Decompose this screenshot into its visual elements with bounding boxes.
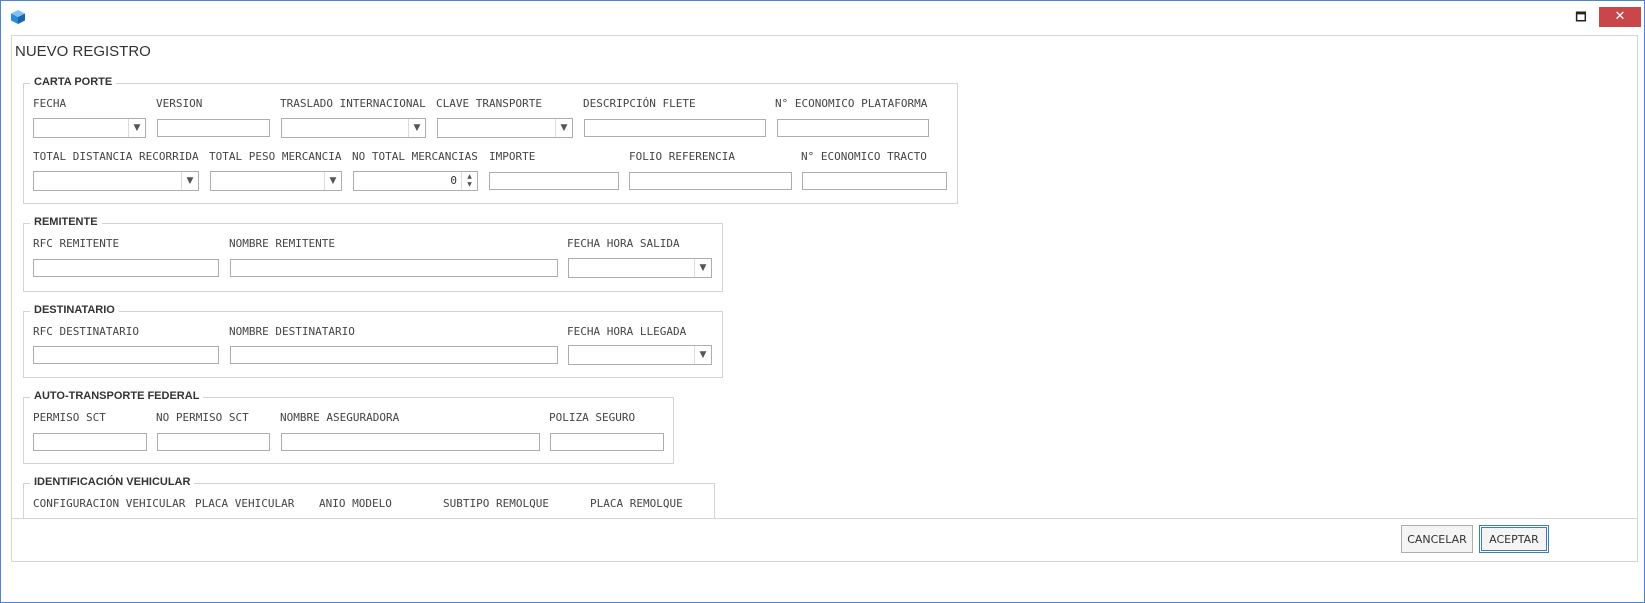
remitente-group: REMITENTE RFC REMITENTE NOMBRE REMITENTE…	[23, 216, 723, 292]
importe-input[interactable]	[489, 172, 619, 190]
stepper-down-icon[interactable]: ▼	[465, 181, 474, 189]
subtipo-remolque-label: SUBTIPO REMOLQUE	[443, 497, 549, 510]
no-eco-plataforma-label: N° ECONOMICO PLATAFORMA	[775, 97, 928, 110]
permiso-sct-input[interactable]	[33, 433, 147, 451]
fecha-hora-salida-combo[interactable]: ▼	[568, 258, 712, 278]
accept-button[interactable]: ACEPTAR	[1479, 525, 1549, 553]
chevron-down-icon: ▼	[128, 119, 145, 137]
anio-modelo-label: ANIO MODELO	[319, 497, 392, 510]
poliza-seguro-input[interactable]	[550, 433, 664, 451]
nombre-destinatario-input[interactable]	[230, 346, 558, 364]
close-button[interactable]: ✕	[1599, 7, 1641, 27]
clave-transporte-label: CLAVE TRANSPORTE	[436, 97, 542, 110]
nombre-remitente-label: NOMBRE REMITENTE	[229, 237, 335, 250]
no-eco-tracto-input[interactable]	[802, 172, 947, 190]
config-vehicular-label: CONFIGURACION VEHICULAR	[33, 497, 186, 510]
placa-vehicular-label: PLACA VEHICULAR	[195, 497, 295, 510]
chevron-down-icon: ▼	[694, 346, 711, 364]
no-eco-plataforma-input[interactable]	[777, 119, 929, 137]
rfc-destinatario-input[interactable]	[33, 346, 219, 364]
clave-transporte-combo[interactable]: ▼	[437, 118, 573, 138]
poliza-seguro-label: POLIZA SEGURO	[549, 411, 636, 424]
autotransporte-group: AUTO-TRANSPORTE FEDERAL PERMISO SCT NO P…	[23, 390, 674, 464]
form-title: NUEVO REGISTRO	[15, 43, 151, 60]
placa-remolque-label: PLACA REMOLQUE	[590, 497, 683, 510]
fecha-hora-llegada-label: FECHA HORA LLEGADA	[567, 325, 687, 338]
fecha-label: FECHA	[33, 97, 67, 110]
carta-porte-group: CARTA PORTE FECHA VERSION TRASLADO INTER…	[23, 76, 958, 204]
total-distancia-label: TOTAL DISTANCIA RECORRIDA	[33, 150, 199, 163]
carta-porte-legend: CARTA PORTE	[30, 76, 117, 88]
chevron-down-icon: ▼	[555, 119, 572, 137]
app-window: 🗖 ✕ NUEVO REGISTRO CARTA PORTE FECHA VER…	[0, 0, 1645, 603]
stepper-arrows: ▲ ▼	[461, 172, 477, 190]
version-input[interactable]	[157, 119, 270, 137]
destinatario-legend: DESTINATARIO	[30, 304, 119, 316]
no-permiso-sct-input[interactable]	[157, 433, 270, 451]
rfc-remitente-input[interactable]	[33, 259, 219, 277]
permiso-sct-label: PERMISO SCT	[33, 411, 106, 424]
nombre-destinatario-label: NOMBRE DESTINATARIO	[229, 325, 355, 338]
stepper-value: 0	[450, 174, 457, 187]
no-total-mercancias-stepper[interactable]: 0 ▲ ▼	[353, 171, 478, 191]
chevron-down-icon: ▼	[324, 172, 341, 190]
version-label: VERSION	[156, 97, 203, 110]
total-peso-label: TOTAL PESO MERCANCIA	[209, 150, 342, 163]
cancel-button[interactable]: CANCELAR	[1401, 525, 1473, 553]
cube-app-icon	[11, 10, 25, 24]
fecha-combo[interactable]: ▼	[33, 118, 146, 138]
chevron-down-icon: ▼	[181, 172, 198, 190]
folio-referencia-input[interactable]	[629, 172, 792, 190]
total-peso-combo[interactable]: ▼	[210, 171, 342, 191]
fecha-hora-salida-label: FECHA HORA SALIDA	[567, 237, 680, 250]
rfc-remitente-label: RFC REMITENTE	[33, 237, 120, 250]
rfc-destinatario-label: RFC DESTINATARIO	[33, 325, 139, 338]
nombre-remitente-input[interactable]	[230, 259, 558, 277]
no-total-mercancias-label: NO TOTAL MERCANCIAS	[352, 150, 478, 163]
nombre-aseguradora-label: NOMBRE ASEGURADORA	[280, 411, 400, 424]
importe-label: IMPORTE	[489, 150, 536, 163]
no-eco-tracto-label: N° ECONOMICO TRACTO	[801, 150, 927, 163]
form-panel: NUEVO REGISTRO CARTA PORTE FECHA VERSION…	[11, 35, 1638, 545]
folio-referencia-label: FOLIO REFERENCIA	[629, 150, 735, 163]
chevron-down-icon: ▼	[694, 259, 711, 277]
traslado-combo[interactable]: ▼	[281, 118, 426, 138]
traslado-label: TRASLADO INTERNACIONAL	[280, 97, 426, 110]
identificacion-legend: IDENTIFICACIÓN VEHICULAR	[30, 476, 195, 488]
chevron-down-icon: ▼	[408, 119, 425, 137]
stepper-up-icon[interactable]: ▲	[465, 173, 474, 181]
destinatario-group: DESTINATARIO RFC DESTINATARIO NOMBRE DES…	[23, 304, 723, 378]
title-bar: 🗖 ✕	[1, 1, 1644, 33]
descripcion-flete-input[interactable]	[584, 119, 766, 137]
fecha-hora-llegada-combo[interactable]: ▼	[568, 345, 712, 365]
descripcion-flete-label: DESCRIPCIÓN FLETE	[583, 97, 696, 110]
autotransporte-legend: AUTO-TRANSPORTE FEDERAL	[30, 390, 204, 402]
footer-bar: CANCELAR ACEPTAR	[11, 518, 1638, 562]
maximize-button[interactable]: 🗖	[1567, 7, 1595, 27]
total-distancia-combo[interactable]: ▼	[33, 171, 199, 191]
no-permiso-sct-label: NO PERMISO SCT	[156, 411, 249, 424]
remitente-legend: REMITENTE	[30, 216, 102, 228]
nombre-aseguradora-input[interactable]	[281, 433, 540, 451]
